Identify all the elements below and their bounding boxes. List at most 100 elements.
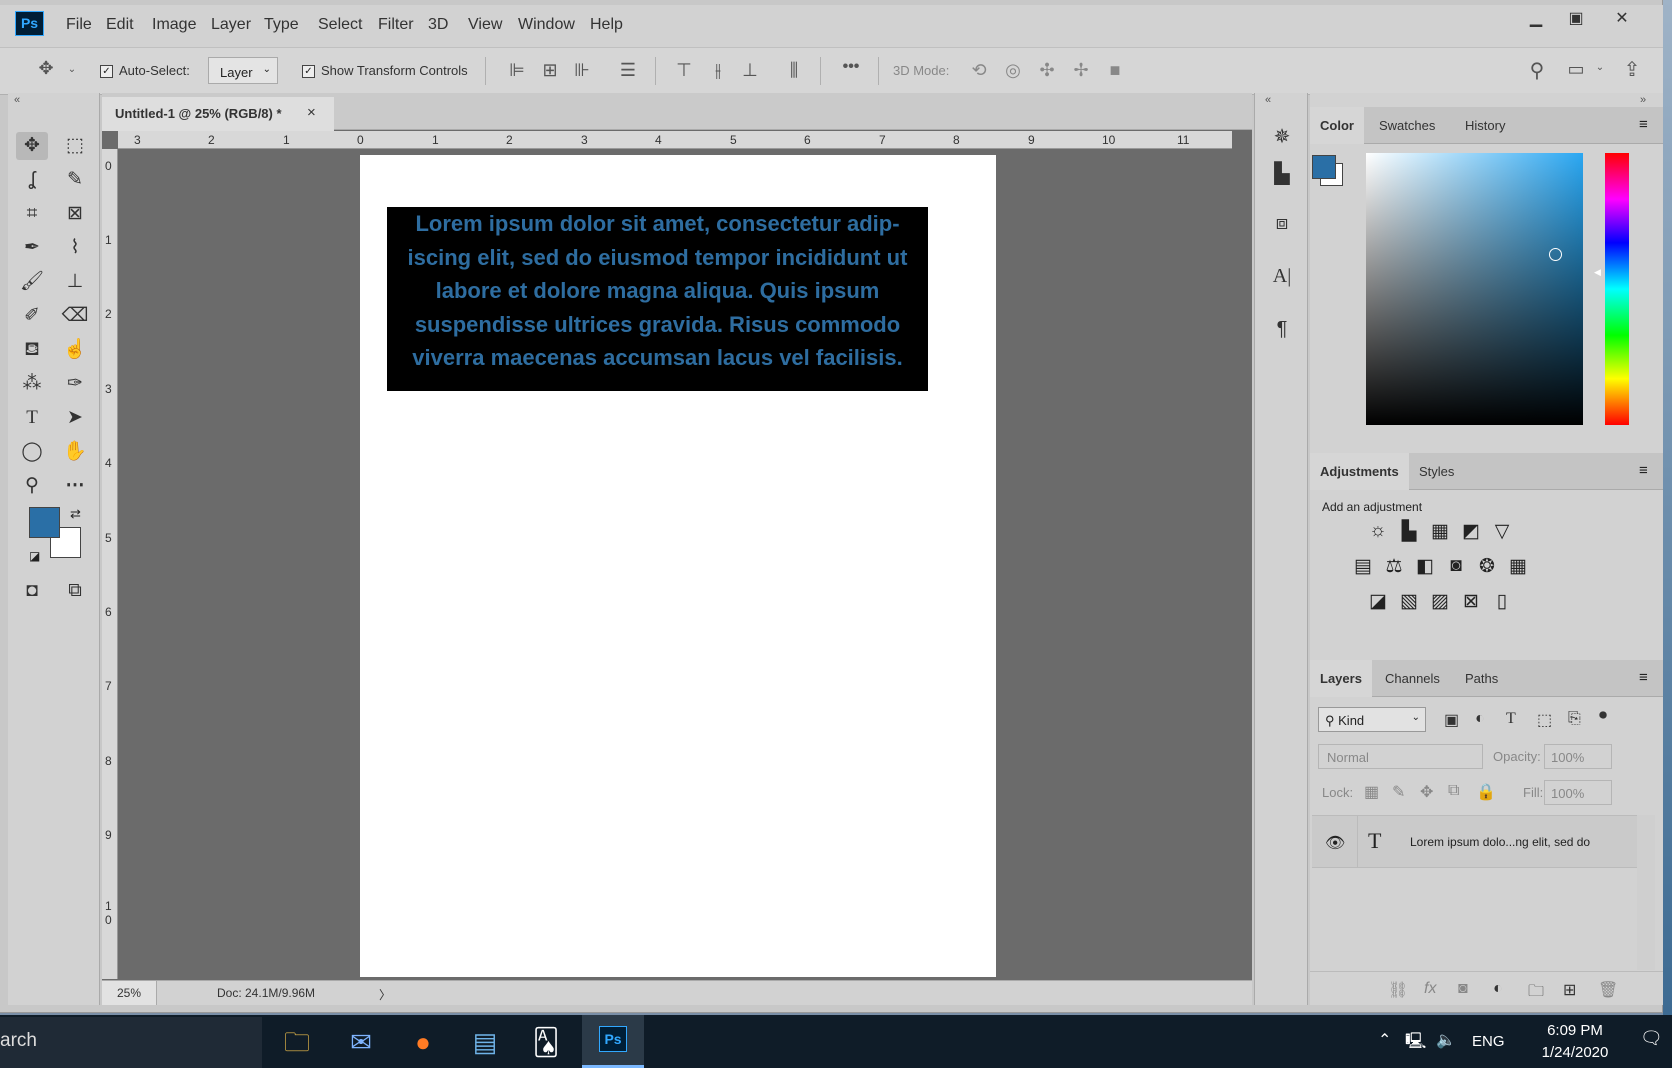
clock-date[interactable]: 1/24/2020 (1532, 1044, 1618, 1061)
color-picker-field[interactable] (1366, 153, 1583, 425)
auto-select-dropdown[interactable]: Layer ⌄ (208, 57, 278, 84)
align-center-icon[interactable]: ⊞ (538, 60, 562, 81)
filter-adjustment-icon[interactable]: ◐ (1475, 710, 1485, 728)
menu-file[interactable]: File (66, 16, 92, 34)
align-right-icon[interactable]: ⊪ (570, 60, 594, 81)
swap-colors-icon[interactable]: ⇄ (70, 506, 81, 522)
3d-rotate-icon[interactable]: ⟲ (966, 60, 992, 81)
more-tools-icon[interactable]: ⋯ (59, 472, 91, 500)
close-icon[interactable]: ✕ (1604, 8, 1640, 30)
show-transform-checkbox[interactable]: ✓ (302, 65, 315, 78)
panel-menu-icon[interactable]: ≡ (1639, 462, 1648, 479)
type-tool-icon[interactable]: T (16, 404, 48, 432)
eraser-tool-icon[interactable]: ⌫ (59, 302, 91, 330)
filter-pixel-icon[interactable]: ▣ (1444, 710, 1459, 730)
workspace-icon[interactable]: ▭ (1563, 59, 1589, 80)
status-arrow-icon[interactable]: 〉 (379, 986, 391, 1003)
color-fg-swatch[interactable] (1312, 155, 1336, 179)
exposure-icon[interactable]: ◩ (1458, 520, 1484, 543)
new-group-icon[interactable]: 🗀 (1528, 980, 1544, 1007)
menu-layer[interactable]: Layer (211, 16, 251, 34)
layer-filter-dropdown[interactable]: ⚲ Kind ⌄ (1318, 707, 1426, 732)
3d-slide-icon[interactable]: ✢ (1068, 60, 1094, 81)
default-colors-icon[interactable]: ◪ (29, 549, 40, 563)
menu-3d[interactable]: 3D (428, 16, 448, 34)
file-explorer-icon[interactable]: 🗀 (271, 1019, 323, 1065)
eyedropper-tool-icon[interactable]: ✒ (16, 234, 48, 262)
curves-icon[interactable]: ▦ (1427, 520, 1453, 543)
foreground-color-swatch[interactable] (29, 507, 60, 538)
tab-paths[interactable]: Paths (1455, 660, 1508, 697)
stamp-tool-icon[interactable]: ⊥ (59, 268, 91, 296)
panel-menu-icon[interactable]: ≡ (1639, 116, 1648, 133)
new-layer-icon[interactable]: ⊞ (1563, 980, 1576, 1000)
quick-mask-icon[interactable]: ◘ (16, 577, 48, 605)
network-icon[interactable]: 🖳 (1405, 1030, 1426, 1057)
brightness-icon[interactable]: ☼ (1365, 520, 1391, 542)
tab-styles[interactable]: Styles (1409, 453, 1464, 490)
filter-smart-object-icon[interactable]: ⎘ (1568, 710, 1581, 728)
align-middle-icon[interactable]: ⫲ (706, 60, 730, 81)
screen-mode-icon[interactable]: ⧉ (59, 577, 91, 605)
expand-icon[interactable]: » (1640, 94, 1646, 106)
3d-drag-icon[interactable]: ✣ (1034, 60, 1060, 81)
3d-panel-icon[interactable]: ⧈ (1268, 212, 1296, 240)
align-bottom-icon[interactable]: ⊥ (738, 60, 762, 81)
blend-mode-dropdown[interactable]: Normal (1318, 744, 1483, 769)
black-white-icon[interactable]: ◧ (1412, 555, 1438, 578)
taskbar-photoshop-button[interactable]: Ps (582, 1015, 644, 1068)
minimize-icon[interactable]: ▁ (1518, 8, 1554, 30)
align-top-icon[interactable]: ⊤ (672, 60, 696, 81)
compass-icon[interactable]: ✵ (1268, 124, 1296, 152)
paragraph-panel-icon[interactable]: ¶ (1268, 318, 1296, 346)
3d-roll-icon[interactable]: ◎ (1000, 60, 1026, 81)
paint-bucket-icon[interactable]: ⛾ (16, 336, 48, 364)
lock-transparent-icon[interactable]: ▦ (1364, 782, 1379, 802)
hand-tool-icon[interactable]: ✋ (59, 438, 91, 466)
histogram-icon[interactable]: ▙ (1268, 161, 1296, 189)
zoom-field[interactable]: 25% (102, 981, 157, 1005)
menu-image[interactable]: Image (152, 16, 196, 34)
layers-scrollbar[interactable] (1637, 815, 1655, 970)
3d-scale-icon[interactable]: ■ (1102, 60, 1128, 81)
tab-channels[interactable]: Channels (1375, 660, 1450, 697)
new-adjustment-icon[interactable]: ◐ (1493, 980, 1503, 998)
tab-color[interactable]: Color (1310, 107, 1364, 144)
lock-image-icon[interactable]: ✎ (1392, 782, 1405, 802)
text-layer-content[interactable]: Lorem ipsum dolor sit amet, consectetur … (387, 207, 928, 391)
menu-select[interactable]: Select (318, 16, 362, 34)
crop-tool-icon[interactable]: ⌗ (16, 200, 48, 228)
more-options-icon[interactable]: ••• (836, 58, 866, 76)
distribute-icon[interactable]: ☰ (616, 60, 640, 81)
mail-icon[interactable]: ✉ (335, 1019, 387, 1065)
path-select-icon[interactable]: ➤ (59, 404, 91, 432)
brush-tool-icon[interactable]: 🖌 (16, 268, 48, 296)
clock-time[interactable]: 6:09 PM (1532, 1022, 1618, 1039)
close-tab-icon[interactable]: × (307, 104, 316, 121)
menu-window[interactable]: Window (518, 16, 575, 34)
color-lookup-icon[interactable]: ▦ (1505, 555, 1531, 578)
levels-icon[interactable]: ▙ (1396, 520, 1422, 543)
menu-help[interactable]: Help (590, 16, 623, 34)
invert-icon[interactable]: ◪ (1365, 590, 1391, 613)
photo-filter-icon[interactable]: ◙ (1443, 555, 1469, 577)
lasso-tool-icon[interactable]: ʆ (16, 166, 48, 194)
share-icon[interactable]: ⇪ (1618, 57, 1646, 82)
collapse-toolbox-icon[interactable]: « (14, 94, 20, 106)
threshold-icon[interactable]: ▨ (1427, 590, 1453, 613)
tab-adjustments[interactable]: Adjustments (1310, 453, 1409, 490)
lock-position-icon[interactable]: ✥ (1420, 782, 1433, 802)
move-tool-icon[interactable]: ✥ (16, 132, 48, 160)
hue-slider-handle[interactable]: ◀ (1594, 267, 1601, 278)
lock-artboard-icon[interactable]: ⧉ (1448, 782, 1459, 800)
document-tab[interactable]: Untitled-1 @ 25% (RGB/8) * × (102, 97, 334, 131)
tab-swatches[interactable]: Swatches (1369, 107, 1445, 144)
chevron-down-icon[interactable]: ⌄ (66, 64, 78, 75)
frame-tool-icon[interactable]: ⊠ (59, 200, 91, 228)
delete-layer-icon[interactable]: 🗑 (1598, 980, 1618, 1000)
pen-tool-icon[interactable]: ✑ (59, 370, 91, 398)
taskbar-search-box[interactable]: arch (0, 1017, 262, 1068)
distribute-vertical-icon[interactable]: ⫼ (782, 60, 806, 81)
menu-filter[interactable]: Filter (378, 16, 414, 34)
search-icon[interactable]: ⚲ (1523, 58, 1551, 83)
